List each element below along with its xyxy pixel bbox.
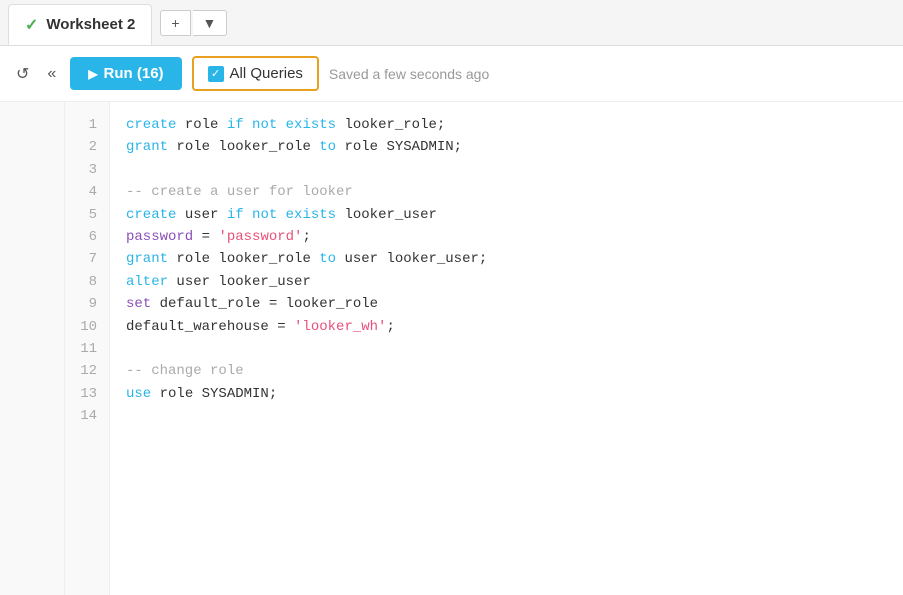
refresh-icon: ↺ — [16, 66, 29, 83]
run-label: Run (16) — [104, 65, 164, 82]
all-queries-label: All Queries — [230, 65, 303, 82]
toolbar-left: ↺ « — [12, 62, 60, 86]
code-line-10: default_warehouse = 'looker_wh'; — [126, 316, 887, 338]
code-line-13: use role SYSADMIN; — [126, 383, 887, 405]
code-line-3 — [126, 159, 887, 181]
code-panel: 1 2 3 4 5 6 7 8 9 10 11 12 13 14 create … — [65, 102, 903, 595]
play-icon: ▶ — [88, 67, 97, 81]
add-tab-button[interactable]: + — [160, 10, 190, 36]
code-line-6: password = 'password'; — [126, 226, 887, 248]
code-line-8: alter user looker_user — [126, 271, 887, 293]
line-numbers: 1 2 3 4 5 6 7 8 9 10 11 12 13 14 — [65, 102, 110, 595]
run-button[interactable]: ▶ Run (16) — [70, 57, 181, 90]
code-line-1: create role if not exists looker_role; — [126, 114, 887, 136]
tab-actions: + ▼ — [160, 0, 227, 45]
collapse-icon: « — [47, 65, 56, 82]
checkbox-icon: ✓ — [208, 66, 224, 82]
editor-area: 1 2 3 4 5 6 7 8 9 10 11 12 13 14 create … — [0, 102, 903, 595]
tab-dropdown-button[interactable]: ▼ — [193, 10, 228, 36]
tab-title: Worksheet 2 — [46, 16, 135, 33]
code-line-14 — [126, 405, 887, 427]
saved-status: Saved a few seconds ago — [329, 66, 489, 82]
left-sidebar — [0, 102, 65, 595]
code-line-4: -- create a user for looker — [126, 181, 887, 203]
code-line-11 — [126, 338, 887, 360]
check-icon: ✓ — [25, 15, 38, 35]
all-queries-button[interactable]: ✓ All Queries — [192, 56, 319, 91]
tab-bar: ✓ Worksheet 2 + ▼ — [0, 0, 903, 46]
code-line-7: grant role looker_role to user looker_us… — [126, 248, 887, 270]
code-line-12: -- change role — [126, 360, 887, 382]
collapse-button[interactable]: « — [43, 63, 60, 85]
toolbar: ↺ « ▶ Run (16) ✓ All Queries Saved a few… — [0, 46, 903, 102]
refresh-button[interactable]: ↺ — [12, 62, 33, 86]
code-line-2: grant role looker_role to role SYSADMIN; — [126, 136, 887, 158]
code-line-5: create user if not exists looker_user — [126, 204, 887, 226]
worksheet-tab[interactable]: ✓ Worksheet 2 — [8, 4, 152, 45]
code-line-9: set default_role = looker_role — [126, 293, 887, 315]
code-editor[interactable]: create role if not exists looker_role; g… — [110, 102, 903, 595]
